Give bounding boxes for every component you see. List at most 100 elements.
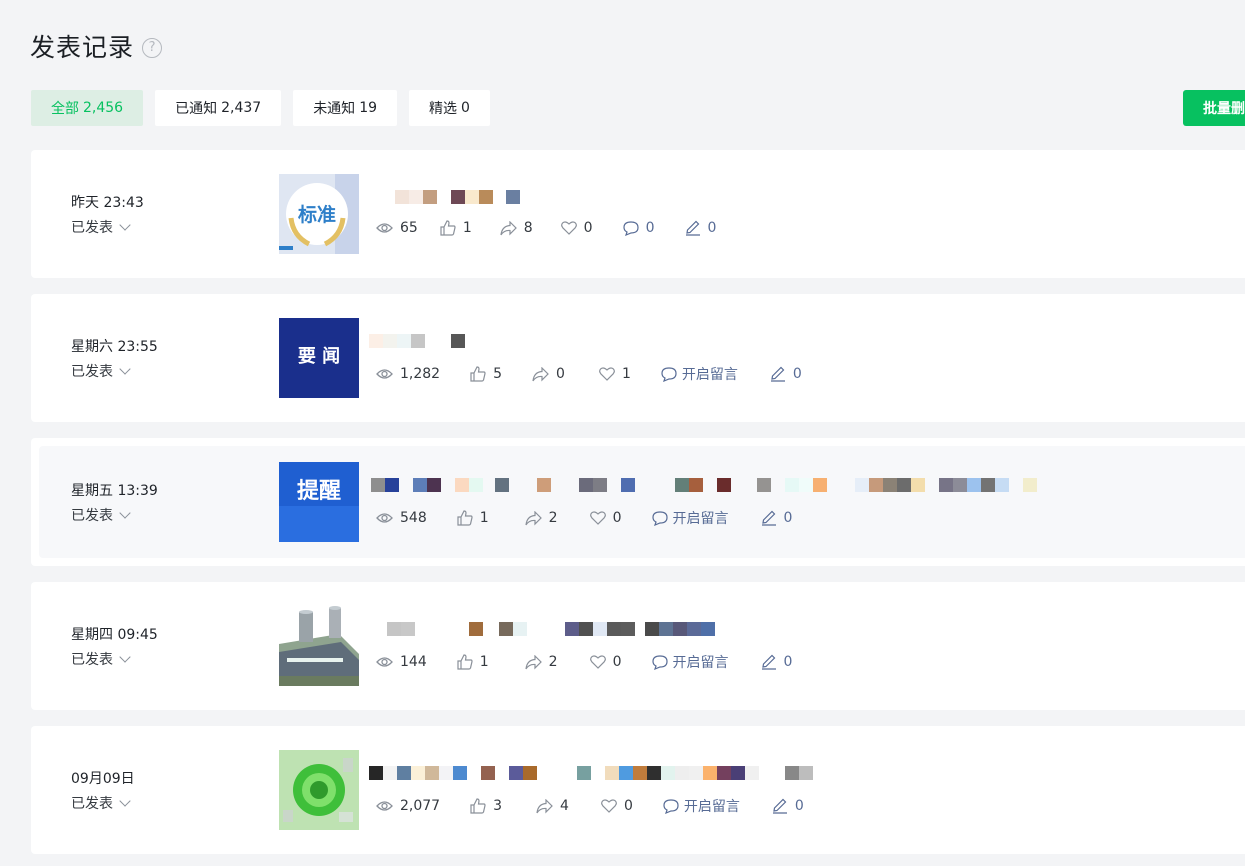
- tab-count: 2,437: [221, 100, 262, 116]
- chevron-down-icon: [119, 506, 131, 519]
- shares-stat: 8: [500, 220, 533, 236]
- tab-notified[interactable]: 已通知 2,437: [155, 90, 282, 126]
- article-thumbnail[interactable]: 要 闻: [279, 318, 359, 398]
- edit-stat[interactable]: 0: [772, 798, 804, 814]
- help-icon[interactable]: ?: [142, 37, 163, 58]
- status-dropdown[interactable]: 已发表: [71, 793, 135, 813]
- chevron-down-icon: [119, 218, 131, 231]
- edit-stat[interactable]: 0: [770, 366, 802, 382]
- article-thumbnail[interactable]: [279, 606, 359, 686]
- views-stat: 2,077: [376, 798, 440, 814]
- favorites-stat: 1: [598, 366, 631, 382]
- batch-delete-button[interactable]: 批量删除: [1183, 90, 1245, 126]
- tab-not-notified[interactable]: 未通知 19: [293, 90, 398, 126]
- status-dropdown[interactable]: 已发表: [71, 361, 158, 381]
- tab-count: 2,456: [83, 100, 124, 116]
- shares-stat: 2: [525, 654, 558, 670]
- record-meta: 星期五 13:39 已发表: [71, 480, 158, 525]
- views-stat: 65: [376, 220, 418, 236]
- thumbs-up-icon: [470, 366, 486, 382]
- record-meta: 09月09日 已发表: [71, 768, 135, 813]
- shares-stat: 2: [525, 510, 558, 526]
- heart-icon: [589, 655, 606, 669]
- shares-stat: 4: [536, 798, 569, 814]
- record-card[interactable]: 09月09日 已发表 2,077 3 4 0 开启留言 0: [31, 726, 1245, 854]
- likes-count: 1: [479, 510, 489, 526]
- enable-comments-link: 开启留言: [683, 799, 740, 815]
- article-title-redacted[interactable]: [371, 478, 1037, 494]
- favorites-stat: 0: [560, 220, 593, 236]
- thumb-text: 要 闻: [298, 345, 340, 367]
- status-dropdown[interactable]: 已发表: [71, 649, 158, 669]
- record-stats: 2,077 3 4 0 开启留言 0: [376, 796, 804, 816]
- status-dropdown[interactable]: 已发表: [71, 217, 144, 237]
- eye-icon: [376, 369, 393, 379]
- comments-stat[interactable]: 0: [622, 220, 655, 236]
- tab-label: 未通知: [313, 101, 356, 117]
- share-icon: [500, 220, 517, 235]
- favorites-count: 0: [623, 798, 633, 814]
- record-meta: 星期六 23:55 已发表: [71, 336, 158, 381]
- record-meta: 星期四 09:45 已发表: [71, 624, 158, 669]
- article-thumbnail[interactable]: [279, 750, 359, 830]
- thumbs-up-icon: [440, 220, 456, 236]
- likes-count: 1: [479, 654, 489, 670]
- share-icon: [532, 366, 549, 381]
- edit-count: 0: [707, 220, 717, 236]
- enable-comments-link: 开启留言: [672, 511, 729, 527]
- publish-time: 星期六 23:55: [71, 339, 158, 355]
- record-meta: 昨天 23:43 已发表: [71, 192, 144, 237]
- article-title-redacted[interactable]: [369, 190, 520, 206]
- shares-stat: 0: [532, 366, 565, 382]
- comments-stat[interactable]: 开启留言: [651, 652, 729, 672]
- tab-featured[interactable]: 精选 0: [409, 90, 490, 126]
- page-title: 发表记录: [30, 33, 135, 62]
- thumb-text: 标准: [298, 204, 336, 226]
- comment-icon: [663, 798, 679, 814]
- article-title-redacted[interactable]: [369, 334, 465, 350]
- views-count: 144: [400, 654, 427, 670]
- thumbs-up-icon: [470, 798, 486, 814]
- favorites-count: 0: [612, 654, 622, 670]
- shares-count: 4: [560, 798, 569, 814]
- record-card[interactable]: 昨天 23:43 已发表 标准 65 1 8 0 0 0: [31, 150, 1245, 278]
- edit-stat[interactable]: 0: [761, 510, 792, 526]
- record-stats: 144 1 2 0 开启留言 0: [376, 652, 792, 672]
- comments-stat[interactable]: 开启留言: [661, 364, 738, 384]
- record-card[interactable]: 星期五 13:39 已发表 提醒 548 1 2 0 开启留言 0: [31, 438, 1245, 566]
- likes-count: 3: [493, 798, 503, 814]
- article-title-redacted[interactable]: [387, 622, 715, 638]
- favorites-count: 1: [621, 366, 631, 382]
- pen-icon: [772, 798, 787, 814]
- favorites-count: 0: [612, 510, 622, 526]
- record-card[interactable]: 星期六 23:55 已发表 要 闻 1,282 5 0 1 开启留言 0: [31, 294, 1245, 422]
- views-count: 65: [400, 220, 418, 236]
- page-header: 发表记录 ?: [30, 28, 163, 64]
- edit-stat[interactable]: 0: [761, 654, 792, 670]
- publish-time: 09月09日: [71, 771, 135, 787]
- pen-icon: [685, 220, 700, 236]
- record-stats: 1,282 5 0 1 开启留言 0: [376, 364, 802, 384]
- status-label: 已发表: [71, 652, 113, 668]
- favorites-stat: 0: [589, 510, 622, 526]
- edit-stat[interactable]: 0: [685, 220, 717, 236]
- article-title-redacted[interactable]: [369, 766, 813, 782]
- record-card[interactable]: 星期四 09:45 已发表 144 1 2 0 开启留言 0: [31, 582, 1245, 710]
- edit-count: 0: [794, 798, 804, 814]
- thumbs-up-icon: [457, 510, 473, 526]
- share-icon: [525, 654, 542, 669]
- article-thumbnail[interactable]: 标准: [279, 174, 359, 254]
- comments-stat[interactable]: 开启留言: [663, 796, 740, 816]
- tab-all[interactable]: 全部 2,456: [31, 90, 144, 126]
- tab-label: 全部: [51, 101, 79, 117]
- tab-label: 精选: [429, 101, 458, 117]
- comments-stat[interactable]: 开启留言: [651, 508, 729, 528]
- heart-icon: [560, 221, 577, 235]
- thumb-text: 提醒: [297, 478, 341, 504]
- publish-time: 星期四 09:45: [71, 627, 158, 643]
- pen-icon: [761, 654, 776, 670]
- tab-label: 已通知: [175, 101, 218, 117]
- article-thumbnail[interactable]: 提醒: [279, 462, 359, 542]
- publish-time: 星期五 13:39: [71, 483, 158, 499]
- status-dropdown[interactable]: 已发表: [71, 505, 158, 525]
